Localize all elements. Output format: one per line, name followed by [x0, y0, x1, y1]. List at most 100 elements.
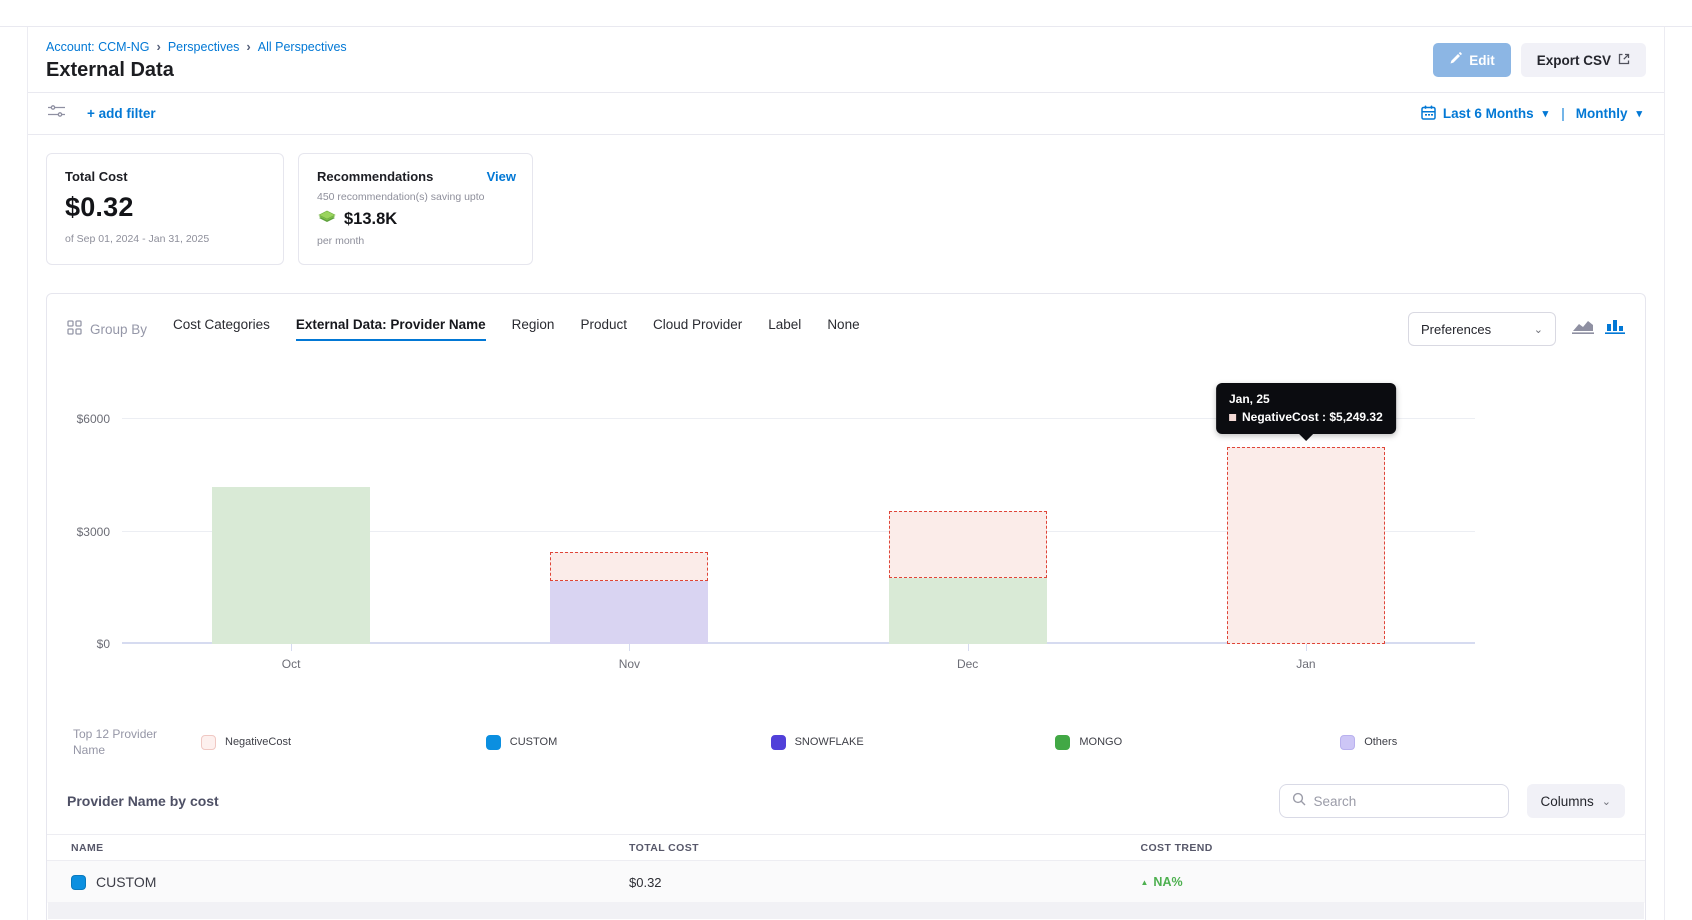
cell-provider-name: CUSTOM: [71, 874, 629, 890]
breadcrumb-separator: ›: [246, 39, 250, 54]
x-axis-label: Jan: [1137, 657, 1475, 671]
breadcrumb: Account: CCM-NG › Perspectives › All Perspec…: [46, 39, 1646, 54]
total-cost-card: Total Cost $0.32 of Sep 01, 2024 - Jan 3…: [46, 153, 284, 265]
legend-swatch: [1055, 735, 1070, 750]
bar-segment-mongo[interactable]: [212, 487, 370, 644]
edit-button[interactable]: Edit: [1433, 43, 1511, 77]
add-filter-button[interactable]: + add filter: [87, 106, 156, 121]
summary-cards: Total Cost $0.32 of Sep 01, 2024 - Jan 3…: [46, 153, 1646, 265]
recommendations-subtitle: 450 recommendation(s) saving upto: [317, 191, 514, 203]
search-input[interactable]: [1314, 794, 1496, 809]
export-csv-button[interactable]: Export CSV: [1521, 43, 1646, 77]
y-axis-label: $3000: [77, 525, 110, 539]
search-icon: [1292, 792, 1306, 811]
bar-segment-others[interactable]: [550, 581, 708, 644]
x-axis-label: Dec: [799, 657, 1137, 671]
tab-product[interactable]: Product: [580, 317, 627, 341]
legend-item-snowflake[interactable]: SNOWFLAKE: [771, 735, 1056, 750]
tooltip-title: Jan, 25: [1229, 392, 1383, 406]
bar-segment-negativecost[interactable]: [889, 511, 1047, 578]
chevron-down-icon: ⌄: [1534, 323, 1543, 336]
bar-dec[interactable]: [889, 511, 1047, 644]
chart-plot: Jan, 25 NegativeCost : $5,249.32 $0$3000…: [122, 380, 1475, 644]
legend-label: NegativeCost: [225, 736, 291, 748]
column-header-name[interactable]: NAME: [71, 842, 629, 854]
y-axis-label: $0: [97, 637, 110, 651]
total-cost-period: of Sep 01, 2024 - Jan 31, 2025: [65, 233, 265, 245]
legend-item-others[interactable]: Others: [1340, 735, 1625, 750]
columns-button[interactable]: Columns ⌄: [1527, 784, 1626, 818]
x-axis-label: Nov: [460, 657, 798, 671]
legend-item-negativecost[interactable]: NegativeCost: [201, 735, 486, 750]
bar-jan[interactable]: [1227, 447, 1385, 644]
legend-swatch: [486, 735, 501, 750]
legend-item-custom[interactable]: CUSTOM: [486, 735, 771, 750]
trend-value: NA%: [1153, 875, 1182, 889]
filter-sliders-icon[interactable]: [48, 104, 65, 124]
group-by-row: Group By Cost Categories External Data: P…: [47, 294, 1645, 346]
money-stack-icon: [317, 209, 337, 230]
chart-card: Group By Cost Categories External Data: P…: [46, 293, 1646, 920]
table-search: [1279, 784, 1509, 818]
preferences-select[interactable]: Preferences ⌄: [1408, 312, 1556, 346]
area-chart-icon[interactable]: [1572, 318, 1594, 340]
recommendations-savings: $13.8K: [344, 210, 397, 229]
legend-label: SNOWFLAKE: [795, 736, 864, 748]
header-actions: Edit Export CSV: [1433, 43, 1646, 77]
cell-total-cost: $0.32: [629, 875, 1141, 890]
legend-label: MONGO: [1079, 736, 1122, 748]
tab-label[interactable]: Label: [768, 317, 801, 341]
tab-external-data-provider-name[interactable]: External Data: Provider Name: [296, 317, 486, 341]
filter-bar: + add filter Last 6 Months ▾ | Monthly ▾: [28, 93, 1664, 135]
time-range-select[interactable]: Last 6 Months: [1443, 106, 1534, 121]
bar-oct[interactable]: [212, 487, 370, 644]
breadcrumb-item[interactable]: All Perspectives: [258, 40, 347, 54]
page-title: External Data: [46, 59, 1646, 82]
trend-up-icon: ▲: [1141, 878, 1149, 887]
table-row[interactable]: CUSTOM $0.32▲ NA%: [47, 861, 1645, 903]
x-axis-tick: [1306, 644, 1307, 651]
bar-segment-mongo[interactable]: [889, 578, 1047, 644]
recommendations-title: Recommendations: [317, 169, 514, 184]
tab-none[interactable]: None: [827, 317, 859, 341]
bar-segment-negativecost[interactable]: [550, 552, 708, 581]
total-cost-title: Total Cost: [65, 169, 265, 184]
perspective-page: Account: CCM-NG › Perspectives › All Perspec…: [27, 27, 1665, 920]
chart-slot-oct: Oct: [122, 380, 460, 644]
view-recommendations-link[interactable]: View: [487, 169, 516, 184]
chart-tooltip: Jan, 25 NegativeCost : $5,249.32: [1216, 383, 1396, 434]
legend-swatch: [771, 735, 786, 750]
table-toolbar: Provider Name by cost Columns ⌄: [67, 784, 1625, 818]
provider-name-label: CUSTOM: [96, 874, 156, 890]
breadcrumb-item[interactable]: Account: CCM-NG: [46, 40, 150, 54]
column-header-total-cost[interactable]: TOTAL COST: [629, 842, 1141, 854]
legend-swatch: [1340, 735, 1355, 750]
x-axis-tick: [968, 644, 969, 651]
chevron-down-icon[interactable]: ▾: [1636, 107, 1642, 120]
column-header-cost-trend[interactable]: COST TREND: [1141, 842, 1622, 854]
tab-cost-categories[interactable]: Cost Categories: [173, 317, 270, 341]
table-title: Provider Name by cost: [67, 793, 219, 809]
tab-region[interactable]: Region: [512, 317, 555, 341]
legend-item-mongo[interactable]: MONGO: [1055, 735, 1340, 750]
breadcrumb-item[interactable]: Perspectives: [168, 40, 240, 54]
x-axis-tick: [629, 644, 630, 651]
bar-chart-icon[interactable]: [1605, 318, 1625, 340]
tooltip-value: NegativeCost : $5,249.32: [1242, 410, 1383, 424]
bar-segment-negativecost[interactable]: [1227, 447, 1385, 644]
recommendations-card: Recommendations View 450 recommendation(…: [298, 153, 533, 265]
x-axis-label: Oct: [122, 657, 460, 671]
group-by-tabs: Cost Categories External Data: Provider N…: [173, 317, 860, 341]
recommendations-per-month: per month: [317, 235, 514, 247]
chevron-down-icon[interactable]: ▾: [1543, 107, 1549, 120]
page-body: Total Cost $0.32 of Sep 01, 2024 - Jan 3…: [28, 135, 1664, 920]
granularity-select[interactable]: Monthly: [1576, 106, 1628, 121]
legend-title: Top 12 Provider Name: [73, 726, 178, 758]
bar-nov[interactable]: [550, 552, 708, 644]
grid-icon: [67, 320, 82, 338]
chart-legend: Top 12 Provider Name NegativeCost CUSTOM S…: [73, 726, 1625, 758]
tab-cloud-provider[interactable]: Cloud Provider: [653, 317, 742, 341]
breadcrumb-separator: ›: [157, 39, 161, 54]
group-by-label: Group By: [90, 322, 147, 337]
table-header-row: NAME TOTAL COST COST TREND: [47, 834, 1645, 861]
